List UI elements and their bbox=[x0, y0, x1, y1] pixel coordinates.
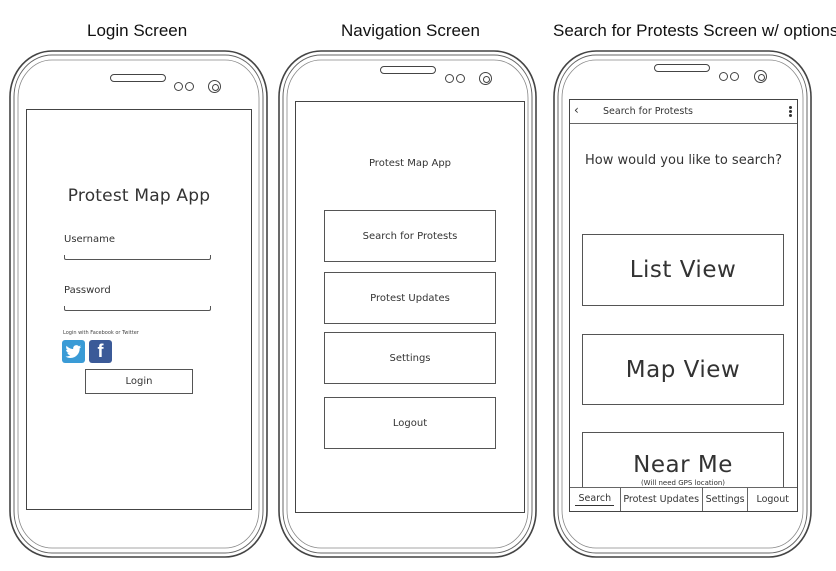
login-button[interactable]: Login bbox=[85, 369, 193, 394]
option-label: Map View bbox=[625, 356, 741, 383]
sensor-icon bbox=[445, 74, 454, 83]
phone-search: ‹ Search for Protests How would you like… bbox=[550, 47, 815, 561]
tab-search[interactable]: Search bbox=[570, 488, 621, 511]
speaker bbox=[110, 74, 166, 82]
app-title: Protest Map App bbox=[368, 158, 452, 169]
screen-title: Search for Protests bbox=[603, 106, 694, 117]
password-label: Password bbox=[64, 285, 111, 296]
tab-protest-updates[interactable]: Protest Updates bbox=[621, 488, 703, 511]
camera-icon bbox=[754, 70, 767, 83]
search-screen: ‹ Search for Protests How would you like… bbox=[569, 99, 798, 512]
tab-label: Protest Updates bbox=[623, 494, 700, 505]
app-title: Protest Map App bbox=[67, 186, 211, 206]
sensor-icon bbox=[730, 72, 739, 81]
caption-search-screen: Search for Protests Screen w/ options bbox=[553, 21, 836, 40]
camera-icon bbox=[479, 72, 492, 85]
settings-button[interactable]: Settings bbox=[324, 332, 496, 384]
caption-navigation-screen: Navigation Screen bbox=[341, 21, 480, 40]
speaker bbox=[654, 64, 710, 72]
login-screen: Protest Map App Username Password Login … bbox=[26, 109, 252, 510]
search-for-protests-button[interactable]: Search for Protests bbox=[324, 210, 496, 262]
twitter-login-button[interactable] bbox=[62, 340, 85, 363]
overflow-menu-icon[interactable] bbox=[789, 106, 792, 117]
camera-icon bbox=[208, 80, 221, 93]
username-field[interactable] bbox=[64, 255, 211, 260]
social-login-hint: Login with Facebook or Twitter bbox=[63, 330, 139, 336]
tab-label: Search bbox=[575, 493, 615, 506]
tab-logout[interactable]: Logout bbox=[748, 488, 797, 511]
caption-login-screen: Login Screen bbox=[87, 21, 188, 40]
option-subtext: (Will need GPS location) bbox=[640, 478, 726, 487]
phone-login: Protest Map App Username Password Login … bbox=[6, 47, 271, 561]
facebook-login-button[interactable]: f bbox=[89, 340, 112, 363]
list-view-button[interactable]: List View bbox=[582, 234, 784, 306]
search-question: How would you like to search? bbox=[584, 153, 783, 168]
back-arrow-icon[interactable]: ‹ bbox=[574, 103, 579, 117]
speaker bbox=[380, 66, 436, 74]
action-bar: ‹ Search for Protests bbox=[570, 100, 797, 124]
protest-updates-button[interactable]: Protest Updates bbox=[324, 272, 496, 324]
tab-label: Settings bbox=[705, 494, 745, 505]
tab-label: Logout bbox=[756, 494, 789, 505]
facebook-icon: f bbox=[97, 341, 104, 361]
twitter-icon bbox=[65, 344, 82, 358]
phone-navigation: Protest Map App Search for Protests Prot… bbox=[275, 47, 540, 561]
map-view-button[interactable]: Map View bbox=[582, 334, 784, 405]
tab-settings[interactable]: Settings bbox=[703, 488, 749, 511]
option-label: List View bbox=[629, 257, 737, 283]
sensor-icon bbox=[719, 72, 728, 81]
logout-button[interactable]: Logout bbox=[324, 397, 496, 449]
username-label: Username bbox=[64, 234, 115, 245]
password-field[interactable] bbox=[64, 306, 211, 311]
option-label: Near Me bbox=[633, 451, 733, 478]
sensor-icon bbox=[174, 82, 183, 91]
bottom-tab-bar: Search Protest Updates Settings Logout bbox=[570, 487, 797, 511]
sensor-icon bbox=[185, 82, 194, 91]
sensor-icon bbox=[456, 74, 465, 83]
navigation-screen: Protest Map App Search for Protests Prot… bbox=[295, 101, 525, 513]
